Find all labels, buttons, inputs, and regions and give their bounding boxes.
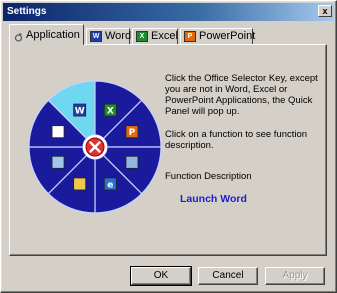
instruction-text: Click the Office Selector Key, except yo…: [165, 73, 318, 117]
ie-icon: e: [103, 177, 117, 190]
excel-icon: X: [103, 103, 117, 117]
quick-panel-wheel: W X Pe: [28, 80, 162, 214]
tab-application-label: Application: [26, 29, 80, 41]
function-description-label: Function Description: [165, 171, 252, 182]
svg-text:e: e: [107, 180, 113, 190]
svg-text:W: W: [75, 107, 85, 117]
tab-powerpoint-label: PowerPoint: [199, 30, 256, 42]
sun-icon: [13, 30, 24, 42]
powerpoint-icon: P: [184, 30, 196, 42]
tab-powerpoint[interactable]: P PowerPoint: [180, 28, 256, 44]
word-icon: W: [90, 30, 102, 42]
tab-word-label: Word: [105, 30, 132, 42]
apply-button: Apply: [265, 267, 325, 285]
hint-text: Click on a function to see function desc…: [165, 129, 308, 151]
powerpoint-icon: P: [125, 125, 139, 138]
tab-excel-label: Excel: [151, 30, 178, 42]
close-button[interactable]: x: [318, 5, 332, 17]
svg-text:X: X: [107, 107, 114, 117]
settings-window: Settings x Application W Word X Excel P Pow…: [0, 0, 337, 293]
apply-label: Apply: [282, 270, 308, 281]
function-description-value: Launch Word: [180, 193, 247, 205]
folder-icon: [73, 177, 87, 191]
title-bar[interactable]: Settings x: [3, 3, 334, 21]
window-title: Settings: [7, 6, 47, 17]
excel-icon: X: [136, 30, 148, 42]
tab-application[interactable]: Application: [9, 24, 84, 45]
close-center-icon[interactable]: [85, 137, 105, 157]
tab-excel[interactable]: X Excel: [132, 28, 178, 44]
monitor-icon: [125, 155, 139, 169]
network-icon: [51, 155, 65, 169]
application-panel: W X Pe Click the Office Selector Key, exce…: [9, 44, 327, 256]
document-icon: [51, 125, 65, 139]
ok-label: OK: [153, 270, 169, 281]
cancel-button[interactable]: Cancel: [198, 267, 258, 285]
svg-text:P: P: [129, 128, 136, 138]
ok-button[interactable]: OK: [130, 266, 192, 286]
word-icon: W: [73, 103, 87, 117]
cancel-label: Cancel: [212, 270, 244, 281]
tab-word[interactable]: W Word: [86, 28, 132, 44]
